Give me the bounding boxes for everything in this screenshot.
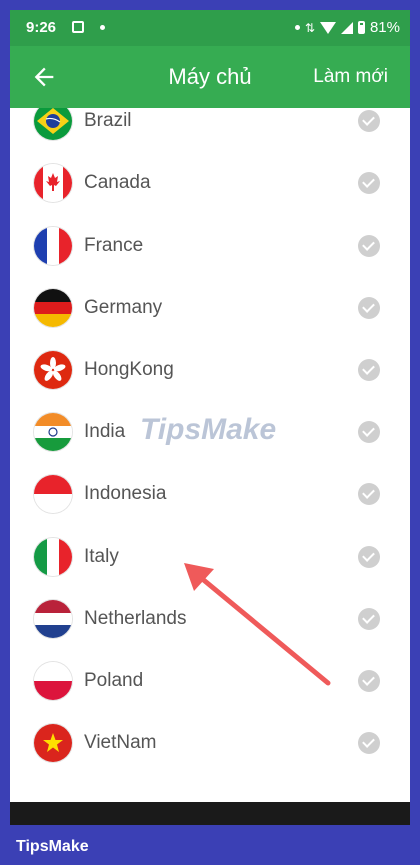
check-circle-icon[interactable] bbox=[358, 358, 380, 381]
country-name: Canada bbox=[84, 172, 151, 194]
country-name: Netherlands bbox=[84, 607, 187, 629]
india-flag-icon bbox=[34, 413, 72, 452]
check-circle-icon[interactable] bbox=[358, 172, 380, 195]
country-name: VietNam bbox=[84, 732, 157, 754]
server-row-indonesia[interactable]: Indonesia bbox=[10, 463, 410, 525]
server-list[interactable]: AustraliaBrazilCanadaFranceGermanyHongKo… bbox=[10, 108, 410, 802]
netherlands-flag-icon bbox=[34, 599, 72, 638]
battery-icon bbox=[357, 21, 365, 34]
watermark-text: TipsMake bbox=[140, 413, 277, 446]
server-row-vietnam[interactable]: VietNam bbox=[10, 712, 410, 774]
country-name: Germany bbox=[84, 296, 163, 318]
server-row-germany[interactable]: Germany bbox=[10, 277, 410, 339]
country-name: Brazil bbox=[84, 110, 132, 132]
check-circle-icon[interactable] bbox=[358, 483, 380, 506]
poland-flag-icon bbox=[34, 661, 72, 700]
brand-watermark: TipsMake bbox=[16, 838, 89, 855]
server-row-brazil[interactable]: Brazil bbox=[10, 108, 410, 152]
annotation-arrow bbox=[184, 563, 331, 686]
brazil-flag-icon bbox=[34, 108, 72, 141]
check-circle-icon[interactable] bbox=[358, 234, 380, 257]
check-circle-icon[interactable] bbox=[358, 421, 380, 444]
server-row-canada[interactable]: Canada bbox=[10, 152, 410, 214]
status-bar: 9:26 ⇅ 81% bbox=[10, 10, 410, 46]
status-indicators: ⇅ 81% bbox=[294, 19, 400, 36]
check-circle-icon[interactable] bbox=[358, 296, 380, 319]
country-name: India bbox=[84, 421, 126, 443]
check-circle-icon[interactable] bbox=[358, 607, 380, 630]
check-circle-icon[interactable] bbox=[358, 669, 380, 692]
country-name: Italy bbox=[84, 545, 119, 567]
wifi-icon bbox=[319, 21, 336, 34]
germany-flag-icon bbox=[34, 288, 72, 327]
server-row-france[interactable]: France bbox=[10, 215, 410, 277]
country-name: HongKong bbox=[84, 358, 174, 380]
france-flag-icon bbox=[34, 226, 72, 265]
data-arrows-icon: ⇅ bbox=[304, 20, 315, 35]
server-row-hongkong[interactable]: HongKong bbox=[10, 339, 410, 401]
indonesia-flag-icon bbox=[34, 475, 72, 514]
status-time: 9:26 bbox=[26, 19, 57, 36]
country-name: Indonesia bbox=[84, 483, 167, 505]
dot-icon bbox=[294, 25, 300, 30]
country-name: France bbox=[84, 234, 144, 256]
image-notification-icon bbox=[72, 21, 84, 33]
notification-dot-icon bbox=[100, 25, 105, 30]
battery-percent: 81% bbox=[369, 19, 400, 36]
check-circle-icon[interactable] bbox=[358, 545, 380, 568]
app-bar: Máy chủ Làm mới bbox=[10, 46, 410, 108]
country-name: Poland bbox=[84, 669, 144, 691]
italy-flag-icon bbox=[34, 537, 72, 576]
vietnam-flag-icon bbox=[34, 724, 72, 763]
navigation-bar bbox=[10, 802, 410, 825]
check-circle-icon[interactable] bbox=[358, 110, 380, 133]
signal-icon bbox=[340, 21, 353, 34]
refresh-button[interactable]: Làm mới bbox=[313, 66, 388, 88]
check-circle-icon[interactable] bbox=[358, 732, 380, 755]
phone-screen: 9:26 ⇅ 81% Máy chủ Làm mới AustraliaBraz… bbox=[10, 10, 410, 825]
canada-flag-icon bbox=[34, 164, 72, 203]
hongkong-flag-icon bbox=[34, 350, 72, 389]
